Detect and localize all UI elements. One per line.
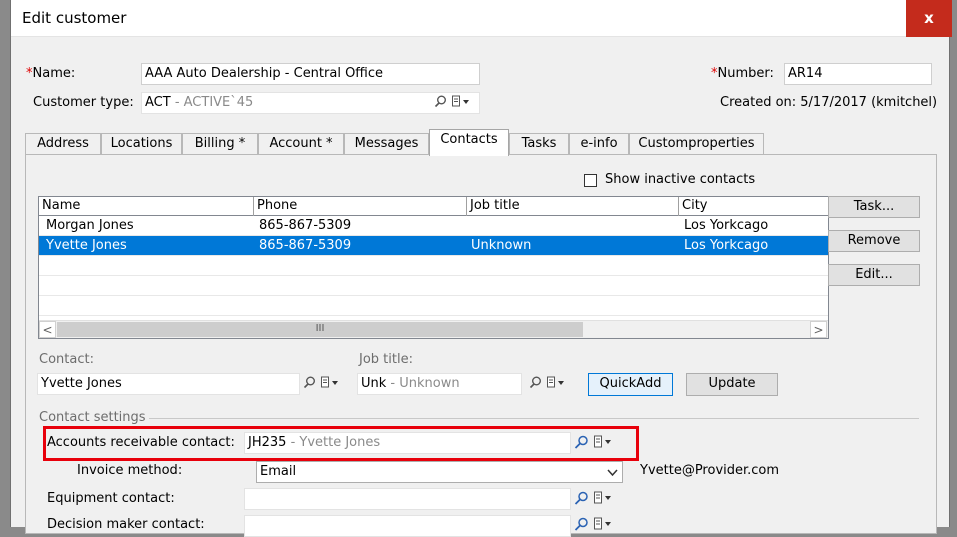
show-inactive-label: Show inactive contacts <box>605 172 756 187</box>
search-icon[interactable] <box>574 517 589 531</box>
search-icon[interactable] <box>303 376 316 389</box>
show-inactive-checkbox[interactable] <box>584 174 597 187</box>
remove-button[interactable]: Remove <box>828 230 920 252</box>
quickadd-button[interactable]: QuickAdd <box>588 373 673 396</box>
job-title-desc: - Unknown <box>386 376 460 391</box>
column-header-name[interactable]: Name <box>39 197 254 216</box>
scroll-left-button[interactable]: < <box>39 321 56 338</box>
cell-name: Yvette Jones <box>46 238 127 253</box>
cell-job-title: Unknown <box>471 238 532 253</box>
empty-row <box>39 296 828 316</box>
cell-job-title <box>464 216 471 236</box>
column-header-phone[interactable]: Phone <box>254 197 467 216</box>
close-button[interactable]: x <box>906 0 952 37</box>
tab-account[interactable]: Account * <box>258 133 344 155</box>
drop-menu-icon[interactable] <box>546 376 566 389</box>
table-row[interactable]: Morgan Jones 865-867-5309 Los Yorkcago <box>39 216 828 236</box>
table-row-selected[interactable]: Yvette Jones 865-867-5309 Unknown Los Yo… <box>39 236 828 256</box>
created-on-label: Created on: 5/17/2017 (kmitchel) <box>720 95 938 110</box>
horizontal-scrollbar[interactable]: < III > <box>39 320 828 338</box>
update-button[interactable]: Update <box>686 373 778 396</box>
search-icon[interactable] <box>529 376 542 389</box>
cell-city: Los Yorkcago <box>684 218 769 233</box>
tab-tasks[interactable]: Tasks <box>509 133 569 155</box>
cell-phone: 865-867-5309 <box>259 238 352 253</box>
job-title-label: Job title: <box>359 352 413 367</box>
invoice-email: Yvette@Provider.com <box>640 463 780 478</box>
job-title-code: Unk <box>361 376 387 391</box>
cell-phone: 865-867-5309 <box>259 218 352 233</box>
cell-city: Los Yorkcago <box>684 238 769 253</box>
tab-contacts[interactable]: Contacts <box>429 129 509 156</box>
grid-header: Name Phone Job title City <box>39 197 828 216</box>
number-label: *Number: <box>711 66 774 81</box>
task-button[interactable]: Task... <box>828 196 920 218</box>
tab-e-info[interactable]: e-info <box>569 133 629 155</box>
decision-maker-lookup[interactable] <box>574 517 613 534</box>
scroll-right-button[interactable]: > <box>810 321 827 338</box>
title-bar: Edit customer x <box>11 0 952 37</box>
highlight-box <box>43 426 639 461</box>
customer-type-label: Customer type: <box>33 95 134 110</box>
job-title-lookup[interactable] <box>529 376 566 392</box>
decision-maker-field[interactable] <box>244 515 571 537</box>
equipment-contact-field[interactable] <box>244 488 571 510</box>
chevron-down-icon[interactable] <box>607 468 618 477</box>
tab-messages[interactable]: Messages <box>344 133 429 155</box>
invoice-method-label: Invoice method: <box>77 463 183 478</box>
column-header-city[interactable]: City <box>679 197 828 216</box>
window-title: Edit customer <box>22 9 127 27</box>
search-icon[interactable] <box>574 491 589 505</box>
equipment-contact-label: Equipment contact: <box>47 491 175 506</box>
name-field[interactable]: AAA Auto Dealership - Central Office <box>141 63 480 85</box>
edit-button[interactable]: Edit... <box>828 264 920 286</box>
customer-type-desc: - ACTIVE`45 <box>170 95 254 110</box>
contacts-grid[interactable]: Name Phone Job title City Morgan Jones 8… <box>38 196 829 339</box>
scroll-thumb[interactable]: III <box>57 322 583 337</box>
name-label: *Name: <box>26 66 76 81</box>
customer-type-code: ACT <box>145 95 171 110</box>
cell-name: Morgan Jones <box>46 218 134 233</box>
empty-row <box>39 256 828 276</box>
job-title-field[interactable]: Unk - Unknown <box>357 373 522 395</box>
empty-row <box>39 276 828 296</box>
drop-menu-icon[interactable] <box>593 517 613 531</box>
contact-lookup[interactable] <box>303 376 340 392</box>
column-header-job-title[interactable]: Job title <box>467 197 679 216</box>
drop-menu-icon[interactable] <box>451 95 471 108</box>
number-field[interactable]: AR14 <box>784 63 932 85</box>
edit-customer-window: Edit customer x *Name: AAA Auto Dealersh… <box>10 0 952 537</box>
invoice-method-value: Email <box>260 464 297 479</box>
tab-address[interactable]: Address <box>25 133 101 155</box>
contact-field[interactable]: Yvette Jones <box>37 373 300 395</box>
invoice-method-select[interactable]: Email <box>256 461 623 483</box>
tab-locations[interactable]: Locations <box>101 133 182 155</box>
contact-label: Contact: <box>39 352 94 367</box>
section-divider <box>149 418 919 419</box>
customer-type-lookup[interactable] <box>434 95 471 111</box>
tab-billing[interactable]: Billing * <box>182 133 258 155</box>
search-icon[interactable] <box>434 95 447 108</box>
tab-customproperties[interactable]: Customproperties <box>629 133 764 155</box>
decision-maker-label: Decision maker contact: <box>47 517 205 532</box>
contact-settings-label: Contact settings <box>39 410 146 425</box>
customer-type-field[interactable]: ACT - ACTIVE`45 <box>141 92 480 114</box>
drop-menu-icon[interactable] <box>593 491 613 505</box>
drop-menu-icon[interactable] <box>320 376 340 389</box>
equipment-contact-lookup[interactable] <box>574 491 613 508</box>
